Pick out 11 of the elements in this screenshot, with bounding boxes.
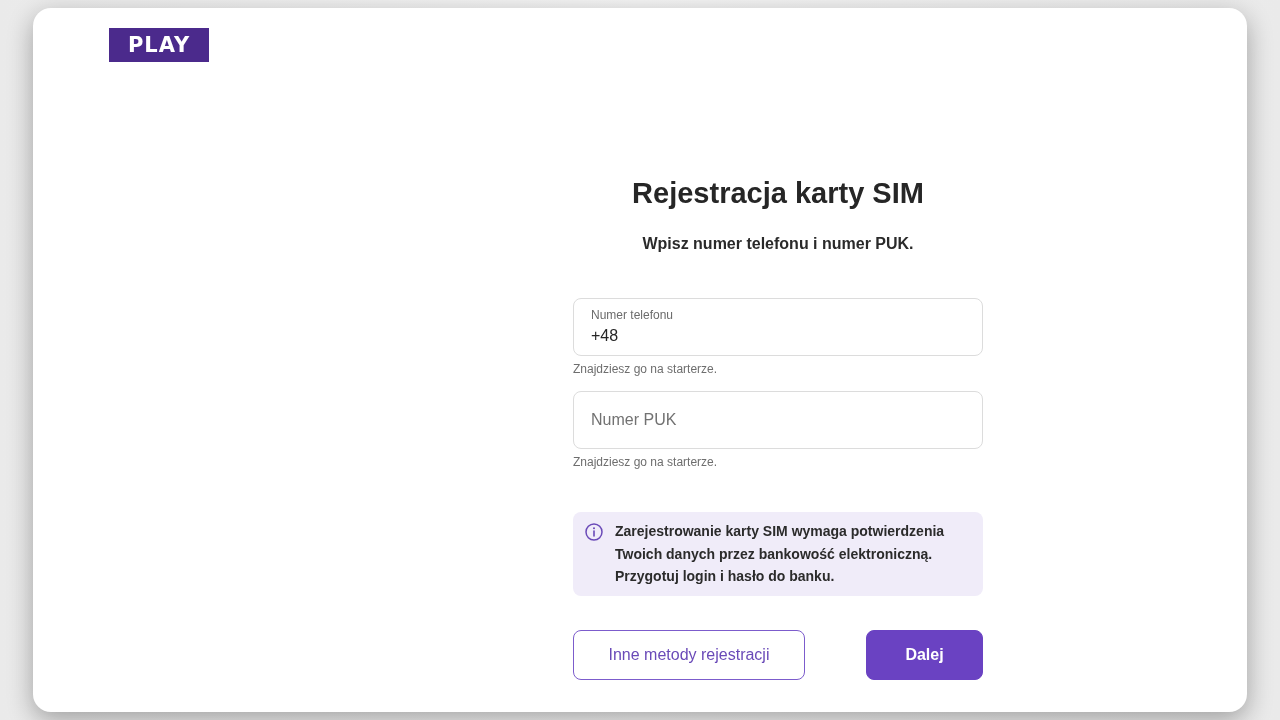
field-label: Numer telefonu <box>591 308 674 322</box>
info-text: Zarejestrowanie karty SIM wymaga potwierdzenia Twoich danych przez bankowość elektroniczną. Przygotuj login i hasło do banku. <box>615 522 946 586</box>
input-field[interactable]: Numer PUK <box>573 391 983 449</box>
field-hint: Znajdziesz go na starterze. <box>573 361 718 377</box>
subtitle: Wpisz numer telefonu i numer PUK. <box>642 234 914 254</box>
info-icon <box>585 523 603 541</box>
logo: PLAY <box>109 28 209 62</box>
other-methods-button[interactable]: Inne metody rejestracji <box>573 629 805 680</box>
page-title: Rejestracja karty SIM <box>632 176 924 211</box>
field-hint: Znajdziesz go na starterze. <box>573 454 718 470</box>
next-button[interactable]: Dalej <box>866 629 983 680</box>
